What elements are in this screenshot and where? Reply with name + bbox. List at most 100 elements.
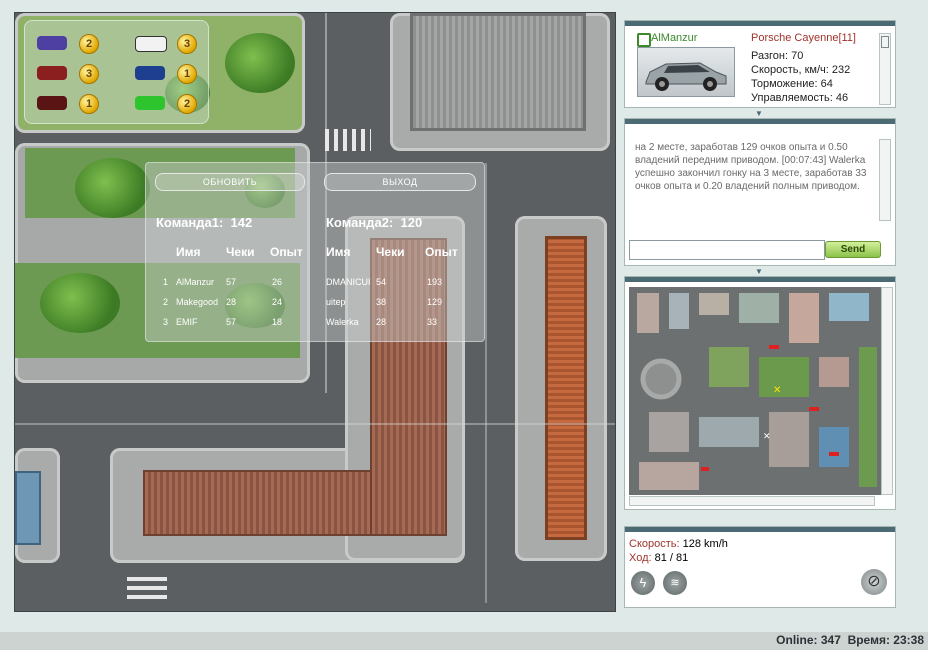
refresh-button[interactable]: ОБНОВИТЬ: [155, 173, 305, 191]
car-image: [637, 47, 735, 97]
car-icon: [135, 66, 165, 80]
team2-score: 120: [400, 215, 423, 230]
minimap[interactable]: ✕ ✕: [629, 287, 881, 495]
race-results-overlay: ОБНОВИТЬ ВЫХОД Команда1: 142 Команда2: 1…: [145, 162, 485, 342]
cancel-icon[interactable]: ⊘: [861, 569, 887, 595]
player-name: Makegood: [176, 297, 218, 307]
checkpoint-marker-icon: ✕: [763, 431, 771, 441]
lane-mark: [485, 163, 487, 603]
col-name: Имя: [326, 245, 351, 259]
car-icon: [37, 66, 67, 80]
building-roof-glass: [15, 471, 41, 545]
game-window: 2 3 3 1 1 2 ОБНОВИТЬ ВЫХОД Команда1: 142…: [0, 0, 928, 632]
count-badge: 3: [79, 64, 99, 84]
row-number: 3: [163, 317, 169, 327]
chat-input[interactable]: [629, 240, 825, 260]
panel-bar: [625, 277, 895, 282]
tree: [75, 158, 150, 218]
panel-bar: [625, 119, 895, 124]
car-icon: [135, 36, 167, 52]
player-name: EMIF: [176, 317, 198, 327]
time-label: Время:: [847, 633, 890, 647]
time-value: 23:38: [893, 633, 924, 647]
stat-acceleration: Разгон: 70: [751, 50, 804, 62]
scroll-thumb[interactable]: [881, 36, 889, 48]
player-name: DMANICUK: [326, 277, 370, 287]
signal-icon[interactable]: ≋: [663, 571, 687, 595]
minimap-hscrollbar[interactable]: [629, 496, 875, 506]
tree: [40, 273, 120, 333]
tree: [225, 33, 295, 93]
col-exp: Опыт: [270, 245, 303, 259]
player-name: uitep: [326, 297, 346, 307]
chat-scrollbar[interactable]: [879, 139, 891, 221]
stat-speed: Скорость, км/ч: 232: [751, 64, 851, 76]
col-checks: Чеки: [376, 245, 405, 259]
car-name: Porsche Cayenne[11]: [751, 32, 856, 44]
team1-header: Команда1: 142: [156, 215, 252, 230]
exit-button[interactable]: ВЫХОД: [324, 173, 476, 191]
lane-mark: [15, 423, 615, 425]
speed-label: Скорость:: [629, 538, 680, 550]
online-count: 347: [820, 633, 841, 647]
player-checks: 38: [376, 297, 387, 307]
stat-handling: Управляемость: 46: [751, 92, 849, 104]
count-badge: 1: [79, 94, 99, 114]
player-name: Walerka: [326, 317, 359, 327]
building-roof-orange: [545, 236, 587, 540]
player-status-icon: [637, 33, 651, 47]
car-info-panel: AlManzur Porsche Cayenne[11] Разгон: 70 …: [624, 20, 896, 108]
player-name: AlManzur: [176, 277, 215, 287]
player-checks: 28: [376, 317, 387, 327]
car-panel-scrollbar[interactable]: [879, 33, 891, 105]
speed-readout: Скорость: 128 km/h Ход: 81 / 81: [629, 537, 728, 565]
speed-value: 128 km/h: [682, 538, 728, 550]
suv-icon: [645, 62, 727, 91]
player-checks: 57: [226, 277, 237, 287]
team1-label: Команда1:: [156, 215, 224, 230]
minimap-vscrollbar[interactable]: [881, 287, 893, 495]
speed-panel: Скорость: 128 km/h Ход: 81 / 81 ϟ ≋ ⊘: [624, 526, 896, 608]
car-stats: Разгон: 70 Скорость, км/ч: 232 Торможени…: [751, 49, 850, 105]
minimap-panel: ✕ ✕: [624, 276, 896, 510]
car-icon: [37, 96, 67, 110]
status-bar: Online: 347 Время: 23:38: [0, 632, 928, 650]
crosswalk: [127, 577, 167, 601]
count-badge: 1: [177, 64, 197, 84]
chat-panel: на 2 месте, заработав 129 очков опыта и …: [624, 118, 896, 266]
row-number: 1: [163, 277, 169, 287]
car-icon: [37, 36, 67, 50]
nitro-icon[interactable]: ϟ: [631, 571, 655, 595]
count-badge: 3: [177, 34, 197, 54]
count-badge: 2: [79, 34, 99, 54]
col-exp: Опыт: [425, 245, 458, 259]
player-checks: 57: [226, 317, 237, 327]
player-exp: 129: [427, 297, 443, 307]
collapse-arrow-icon[interactable]: ▼: [752, 110, 766, 118]
player-exp: 193: [427, 277, 443, 287]
chat-log: на 2 месте, заработав 129 очков опыта и …: [635, 142, 867, 192]
stat-braking: Торможение: 64: [751, 78, 833, 90]
crosswalk: [325, 129, 371, 151]
minimap-drawing: ✕ ✕: [629, 287, 881, 495]
player-checks: 54: [376, 277, 387, 287]
collapse-arrow-icon[interactable]: ▼: [752, 268, 766, 276]
team2-header: Команда2: 120: [326, 215, 422, 230]
move-value: 81 / 81: [654, 552, 689, 564]
player-exp: 26: [272, 277, 283, 287]
player-exp: 24: [272, 297, 283, 307]
panel-bar: [625, 21, 895, 26]
player-exp: 33: [427, 317, 438, 327]
col-name: Имя: [176, 245, 201, 259]
building-roof: [410, 13, 586, 131]
player-name[interactable]: AlManzur: [651, 32, 697, 44]
move-label: Ход:: [629, 552, 652, 564]
player-exp: 18: [272, 317, 283, 327]
count-badge: 2: [177, 94, 197, 114]
car-icon: [135, 96, 165, 110]
col-checks: Чеки: [226, 245, 255, 259]
player-checks: 28: [226, 297, 237, 307]
send-button[interactable]: Send: [825, 241, 881, 258]
status-info: Online: 347 Время: 23:38: [776, 633, 924, 647]
panel-bar: [625, 527, 895, 532]
